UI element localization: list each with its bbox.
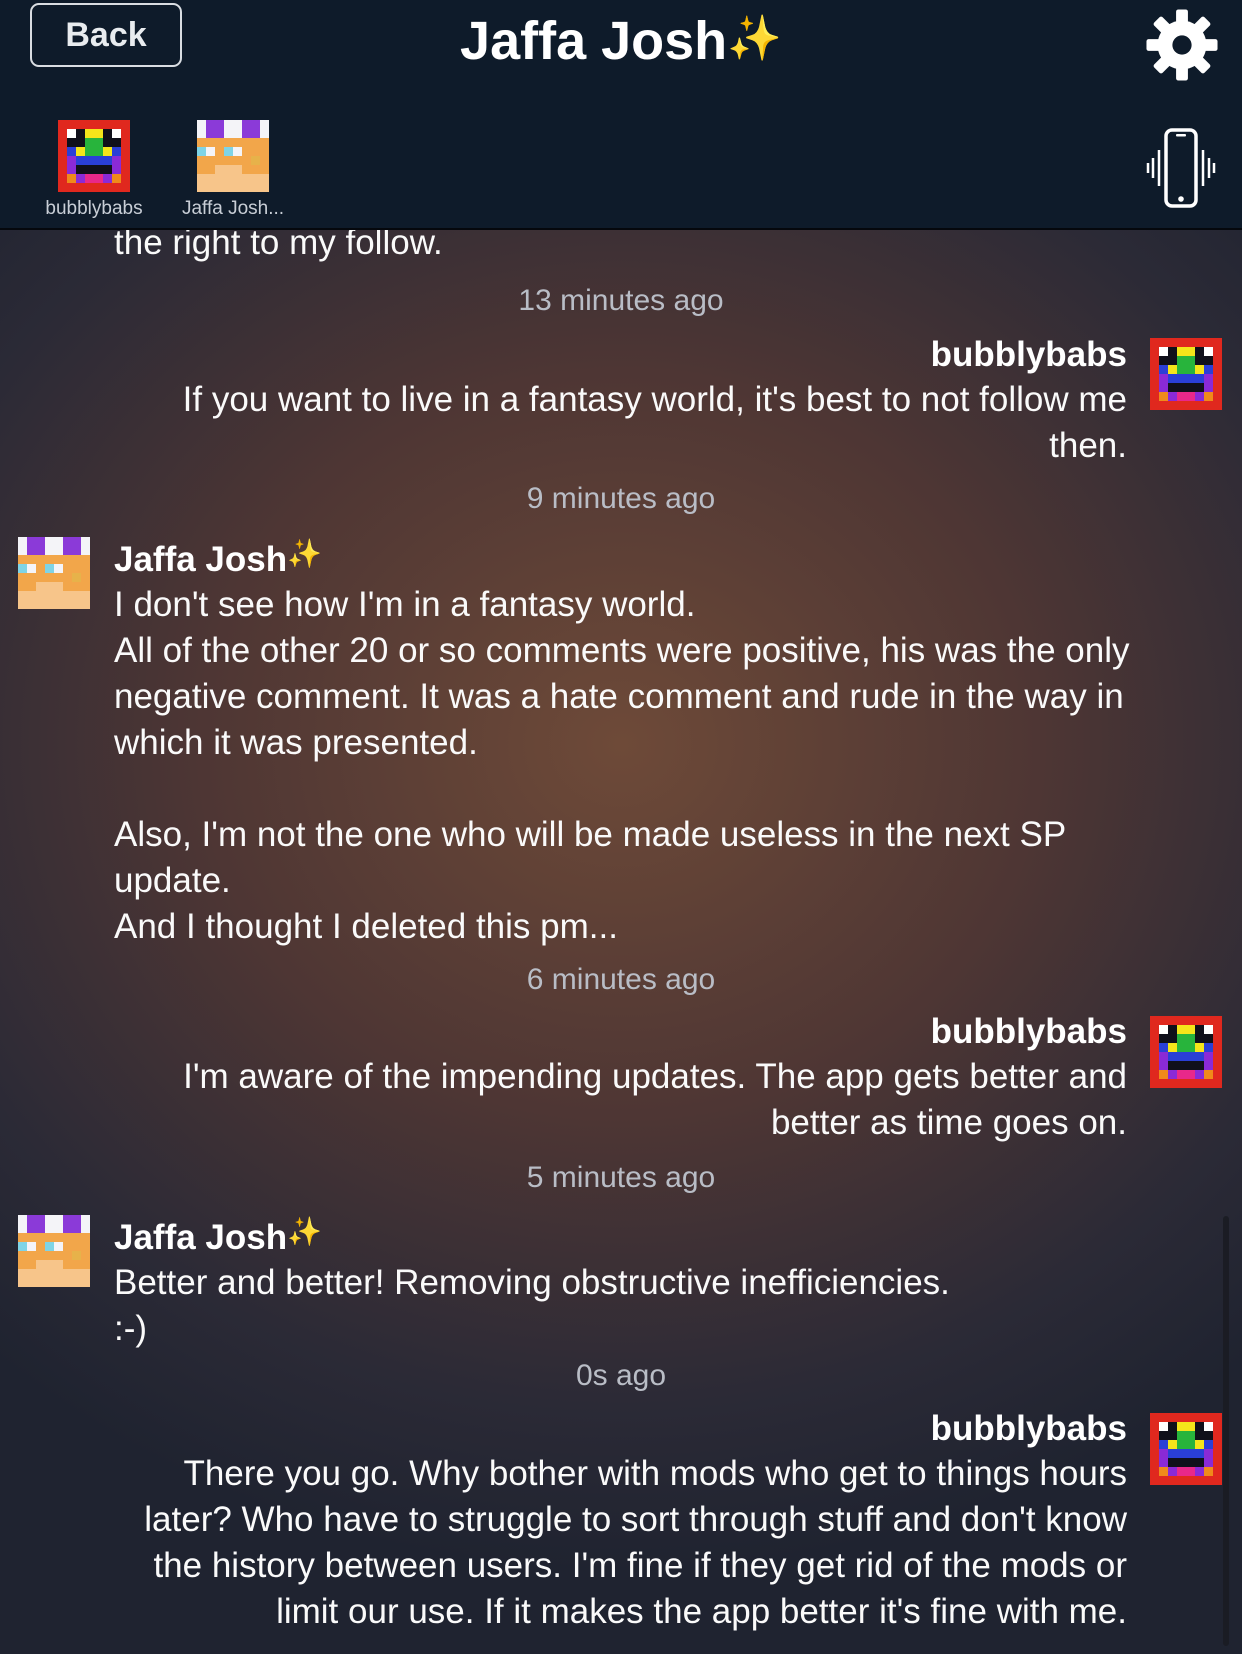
message-line: limit our use. If it makes the app bette… xyxy=(276,1592,1127,1631)
sender-name: Jaffa Josh✨ xyxy=(114,538,322,579)
timestamp: 0s ago xyxy=(575,1359,667,1392)
orange-pixel-avatar[interactable] xyxy=(18,537,90,609)
participant-label: Jaffa Josh... xyxy=(181,198,285,219)
timestamp: 5 minutes ago xyxy=(526,1161,716,1194)
message-line: better as time goes on. xyxy=(770,1103,1127,1142)
orange-pixel-avatar[interactable] xyxy=(18,1215,90,1287)
scrollbar[interactable] xyxy=(1223,1216,1229,1646)
message-line: update. xyxy=(114,861,231,900)
timestamp: 13 minutes ago xyxy=(518,284,724,317)
message-line-blank xyxy=(114,766,1129,812)
message-line: which it was presented. xyxy=(114,723,478,762)
gear-icon[interactable] xyxy=(1145,8,1219,82)
sparkle-icon: ✨ xyxy=(287,1216,322,1247)
page-title: Jaffa Josh✨ xyxy=(460,11,782,71)
phone-vibrate-icon[interactable] xyxy=(1146,126,1216,210)
sender-name: bubblybabs xyxy=(930,335,1127,374)
message-line: the history between users. I'm fine if t… xyxy=(153,1546,1127,1585)
participant-jaffa-josh[interactable]: Jaffa Josh... xyxy=(168,120,298,220)
chat-scroll-area[interactable]: the right to my follow. 13 minutes ago b… xyxy=(0,0,1242,1654)
rainbow-pixel-avatar[interactable] xyxy=(1150,1413,1222,1485)
timestamp: 9 minutes ago xyxy=(526,482,716,515)
message-line: Better and better! Removing obstructive … xyxy=(114,1263,950,1302)
header-bar: Back Jaffa Josh✨ bubblybabs Jaffa Josh..… xyxy=(0,0,1242,230)
message-bubblybabs: bubblybabs If you want to live in a fant… xyxy=(183,333,1127,469)
sparkle-icon: ✨ xyxy=(727,14,782,63)
message-line: I'm aware of the impending updates. The … xyxy=(183,1057,1127,1096)
sender-name: bubblybabs xyxy=(930,1409,1127,1448)
message-jaffa-josh: Jaffa Josh✨ Better and better! Removing … xyxy=(114,1210,950,1352)
sender-name: Jaffa Josh✨ xyxy=(114,1216,322,1257)
message-line: then. xyxy=(1049,426,1127,465)
sparkle-icon: ✨ xyxy=(287,538,322,569)
message-line: I don't see how I'm in a fantasy world. xyxy=(114,585,696,624)
message-line: :-) xyxy=(114,1309,148,1348)
message-bubblybabs: bubblybabs There you go. Why bother with… xyxy=(144,1407,1127,1635)
message-line: All of the other 20 or so comments were … xyxy=(114,631,1130,670)
rainbow-pixel-avatar[interactable] xyxy=(1150,338,1222,410)
participant-label: bubblybabs xyxy=(45,198,143,219)
message-line: Also, I'm not the one who will be made u… xyxy=(114,815,1067,854)
rainbow-pixel-avatar xyxy=(58,120,130,192)
message-line: There you go. Why bother with mods who g… xyxy=(183,1454,1127,1493)
message-line: later? Who have to struggle to sort thro… xyxy=(144,1500,1127,1539)
message-bubblybabs: bubblybabs I'm aware of the impending up… xyxy=(183,1010,1127,1146)
participant-bubblybabs[interactable]: bubblybabs xyxy=(29,120,159,220)
message-line: negative comment. It was a hate comment … xyxy=(114,677,1124,716)
timestamp: 6 minutes ago xyxy=(526,963,716,996)
rainbow-pixel-avatar[interactable] xyxy=(1150,1016,1222,1088)
message-line: And I thought I deleted this pm... xyxy=(114,907,618,946)
message-line: If you want to live in a fantasy world, … xyxy=(182,380,1127,419)
message-jaffa-josh: Jaffa Josh✨ I don't see how I'm in a fan… xyxy=(114,532,1129,950)
orange-pixel-avatar xyxy=(197,120,269,192)
sender-name: bubblybabs xyxy=(930,1012,1127,1051)
